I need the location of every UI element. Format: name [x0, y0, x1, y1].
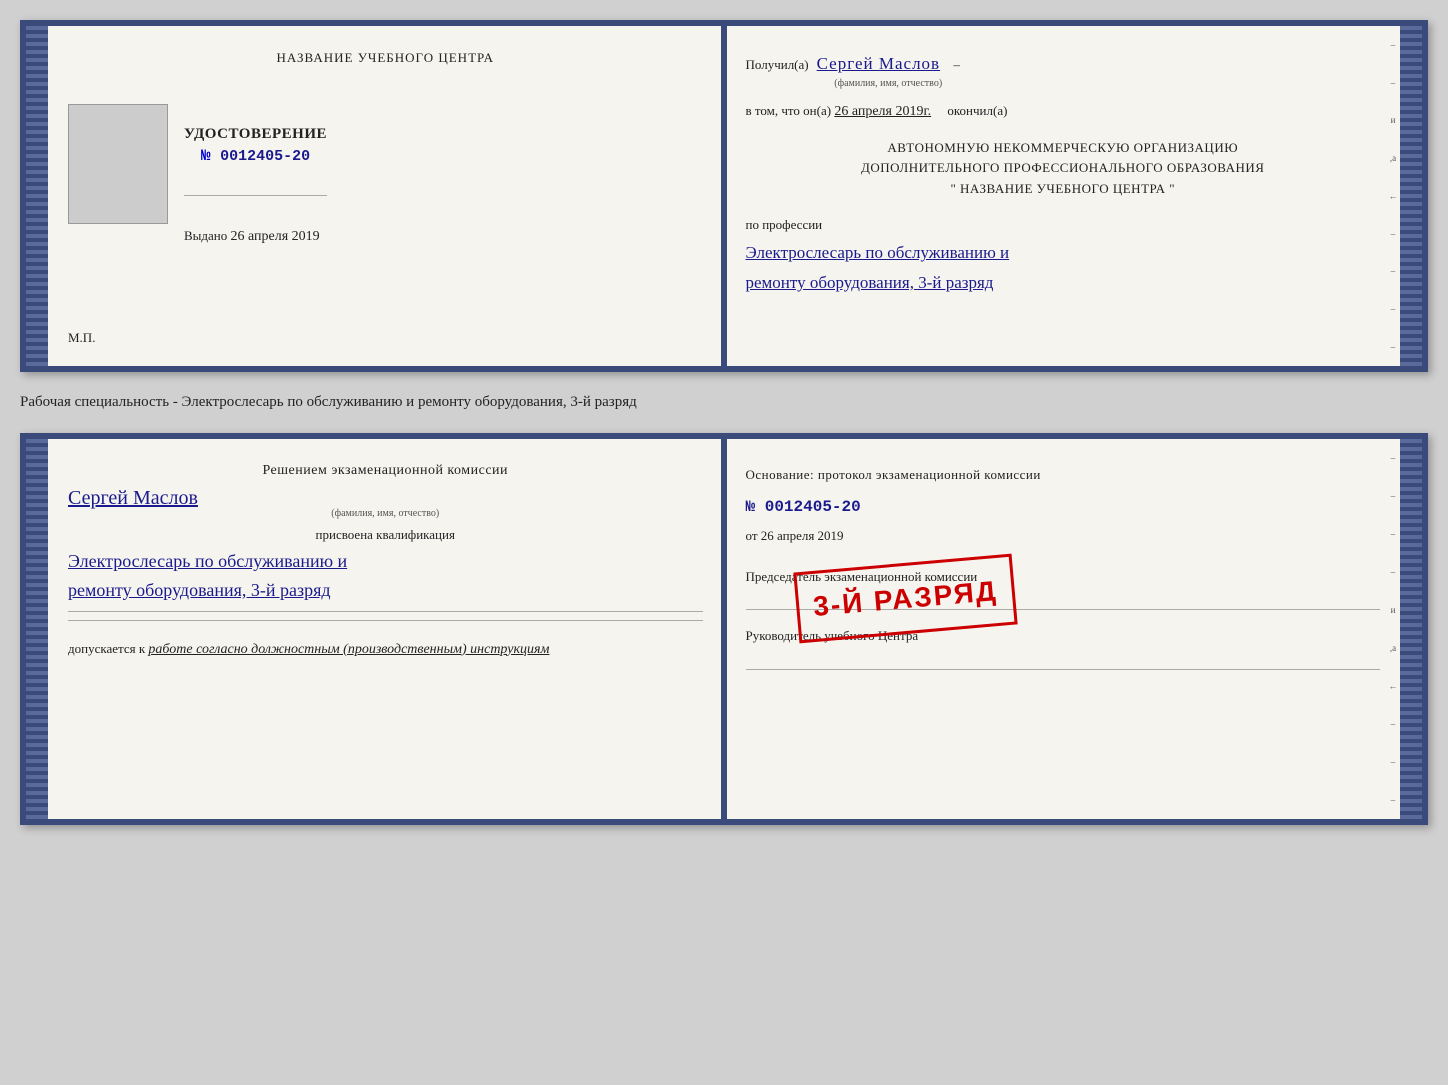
- stamp-container: 3-й разряд: [796, 555, 1015, 634]
- right-content-1: Получил(а) Сергей Маслов – (фамилия, имя…: [746, 50, 1381, 295]
- stamp: 3-й разряд: [793, 553, 1017, 643]
- left-middle-section: УДОСТОВЕРЕНИЕ № 0012405-20 Выдано 26 апр…: [68, 86, 703, 245]
- number-prefix: №: [746, 498, 756, 516]
- recipient-line: Получил(а) Сергей Маслов – (фамилия, имя…: [746, 50, 1381, 92]
- number-value: 0012405-20: [765, 498, 861, 516]
- org-block: АВТОНОМНУЮ НЕКОММЕРЧЕСКУЮ ОРГАНИЗАЦИЮ ДО…: [746, 138, 1381, 200]
- doc-number-prefix: №: [201, 147, 211, 165]
- basis-label: Основание: протокол экзаменационной коми…: [746, 463, 1381, 488]
- photo-placeholder: [68, 104, 168, 224]
- certificate-book-2: Решением экзаменационной комиссии Сергей…: [20, 433, 1428, 825]
- dash-1: –: [953, 57, 960, 72]
- profession-line1-2: Электрослесарь по обслуживанию и: [68, 547, 703, 576]
- received-label: Получил(а): [746, 54, 809, 76]
- left-deco-2: [26, 439, 48, 819]
- commission-name: Сергей Маслов: [68, 487, 703, 510]
- page-wrapper: НАЗВАНИЕ УЧЕБНОГО ЦЕНТРА УДОСТОВЕРЕНИЕ №…: [20, 20, 1428, 825]
- allowed-handwritten: работе согласно должностным (производств…: [148, 642, 549, 657]
- doc-number-value: 0012405-20: [220, 148, 310, 165]
- right2-content: Основание: протокол экзаменационной коми…: [746, 463, 1381, 670]
- profession-line2-2: ремонту оборудования, 3-й разряд: [68, 576, 703, 605]
- issued-section: Выдано 26 апреля 2019: [184, 228, 327, 245]
- mp-label: М.П.: [68, 330, 95, 346]
- profession-handwritten-line2: ремонту оборудования, 3-й разряд: [746, 270, 1381, 296]
- date-line-start: в том, что он(а): [746, 103, 832, 118]
- book1-left-page: НАЗВАНИЕ УЧЕБНОГО ЦЕНТРА УДОСТОВЕРЕНИЕ №…: [48, 26, 726, 366]
- certificate-book-1: НАЗВАНИЕ УЧЕБНОГО ЦЕНТРА УДОСТОВЕРЕНИЕ №…: [20, 20, 1428, 372]
- right-deco-2: [1400, 439, 1422, 819]
- doc-title: УДОСТОВЕРЕНИЕ: [184, 126, 327, 143]
- org-line1: АВТОНОМНУЮ НЕКОММЕРЧЕСКУЮ ОРГАНИЗАЦИЮ: [746, 138, 1381, 159]
- date-line: в том, что он(а) 26 апреля 2019г. окончи…: [746, 100, 1381, 124]
- book1-right-page: Получил(а) Сергей Маслов – (фамилия, имя…: [726, 26, 1401, 366]
- between-label: Рабочая специальность - Электрослесарь п…: [20, 390, 1428, 415]
- finished-label: окончил(а): [947, 103, 1007, 118]
- chairman-stamp-section: Председатель экзаменационной комиссии 3-…: [746, 565, 1381, 611]
- book2-right-page: Основание: протокол экзаменационной коми…: [726, 439, 1401, 819]
- training-center-title-left: НАЗВАНИЕ УЧЕБНОГО ЦЕНТРА: [68, 50, 703, 66]
- protocol-date: от 26 апреля 2019: [746, 524, 1381, 549]
- profession-label: по профессии: [746, 214, 1381, 236]
- date-handwritten: 26 апреля 2019г.: [834, 104, 931, 119]
- recipient-name: Сергей Маслов: [817, 54, 940, 73]
- profession-handwritten-line1: Электрослесарь по обслуживанию и: [746, 240, 1381, 266]
- protocol-number: № 0012405-20: [746, 492, 1381, 522]
- left-deco: [26, 26, 48, 366]
- right-deco-chars: ––и,а←––––: [1386, 26, 1400, 366]
- org-line2: ДОПОЛНИТЕЛЬНОГО ПРОФЕССИОНАЛЬНОГО ОБРАЗО…: [746, 158, 1381, 179]
- assigned-label: присвоена квалификация: [68, 527, 703, 543]
- org-line3: " НАЗВАНИЕ УЧЕБНОГО ЦЕНТРА ": [746, 179, 1381, 200]
- issued-label: Выдано: [184, 228, 227, 243]
- commission-name-block: Сергей Маслов (фамилия, имя, отчество): [68, 487, 703, 519]
- issued-date: 26 апреля 2019: [231, 229, 320, 244]
- doc-number: № 0012405-20: [184, 147, 327, 165]
- book2-left-page: Решением экзаменационной комиссии Сергей…: [48, 439, 726, 819]
- profession-block-2: Электрослесарь по обслуживанию и ремонту…: [68, 547, 703, 605]
- fio-label-1: (фамилия, имя, отчество): [817, 75, 960, 92]
- commission-title: Решением экзаменационной комиссии: [68, 463, 703, 479]
- date-prefix: от: [746, 528, 758, 543]
- right-deco-chars-2: ––––и,а←–––: [1386, 439, 1400, 819]
- allowed-label: допускается к работе согласно должностны…: [68, 641, 703, 658]
- right-deco: [1400, 26, 1422, 366]
- protocol-date-value: 26 апреля 2019: [761, 528, 844, 543]
